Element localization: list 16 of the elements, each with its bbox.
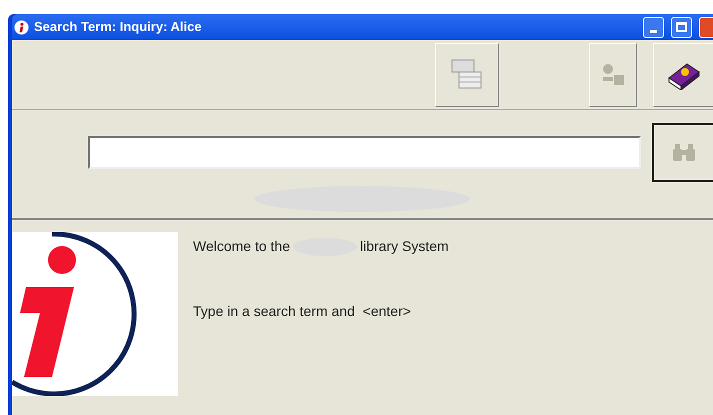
search-field[interactable]	[88, 136, 641, 169]
welcome-text: library System	[360, 237, 449, 256]
welcome-text: Welcome to the	[193, 237, 290, 256]
help-button[interactable]	[653, 42, 713, 106]
close-button[interactable]	[699, 16, 713, 38]
minimize-button[interactable]	[643, 16, 664, 38]
binoculars-icon	[670, 142, 696, 162]
instruction-text: Type in a search term and <enter>	[193, 302, 412, 321]
table-icon	[450, 58, 484, 92]
user-button[interactable]	[589, 42, 637, 106]
person-icon	[600, 62, 626, 86]
list-view-button[interactable]	[435, 42, 499, 106]
search-button[interactable]	[652, 123, 713, 182]
maximize-button[interactable]	[671, 16, 692, 38]
info-icon	[14, 20, 29, 34]
window-title: Search Term: Inquiry: Alice	[34, 18, 202, 36]
